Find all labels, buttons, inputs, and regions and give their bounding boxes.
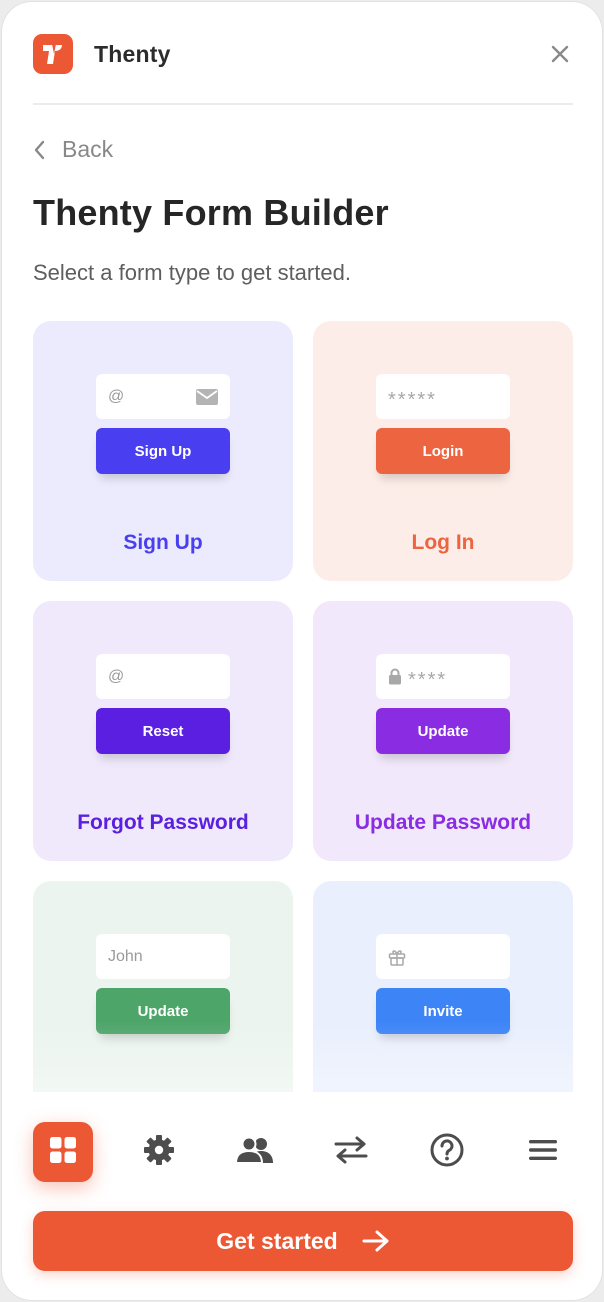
- input-prefix: @: [108, 667, 125, 685]
- mock-password-input: ****: [376, 654, 510, 699]
- gear-icon: [143, 1134, 175, 1171]
- form-builder-panel: Thenty Back Thenty Form Builder Select a…: [2, 2, 602, 1300]
- nav-menu[interactable]: [513, 1122, 573, 1182]
- card-label: Forgot Password: [77, 811, 249, 834]
- card-label: Log In: [411, 531, 475, 554]
- mock-invite-input: [376, 934, 510, 979]
- header: Thenty: [33, 32, 573, 76]
- input-value: ****: [408, 668, 448, 691]
- input-value: John: [108, 947, 143, 965]
- mock-button: Login: [376, 428, 510, 474]
- header-divider: [33, 103, 573, 105]
- bottom-nav: [33, 1122, 573, 1182]
- form-type-grid: @ Sign Up Sign Up ***** Login Log In @ R…: [33, 321, 573, 1092]
- users-icon: [234, 1136, 275, 1169]
- card-update-password[interactable]: **** Update Update Password: [313, 601, 573, 861]
- menu-icon: [528, 1138, 558, 1167]
- mock-button: Invite: [376, 988, 510, 1034]
- page-subtitle: Select a form type to get started.: [33, 260, 351, 285]
- app-title: Thenty: [94, 40, 171, 67]
- mock-password-input: *****: [376, 374, 510, 419]
- nav-help[interactable]: [417, 1122, 477, 1182]
- help-circle-icon: [430, 1133, 464, 1172]
- input-prefix: @: [108, 387, 125, 405]
- page-title: Thenty Form Builder: [33, 192, 389, 233]
- thenty-logo: [33, 34, 73, 74]
- mock-name-input: John: [96, 934, 230, 979]
- gift-icon: [388, 948, 406, 966]
- mock-email-input: @: [96, 374, 230, 419]
- envelope-icon: [196, 388, 218, 405]
- nav-grid[interactable]: [33, 1122, 93, 1182]
- close-icon[interactable]: [547, 41, 573, 67]
- get-started-button[interactable]: Get started: [33, 1211, 573, 1271]
- card-forgot-password[interactable]: @ Reset Forgot Password: [33, 601, 293, 861]
- back-label: Back: [62, 136, 114, 162]
- swap-arrows-icon: [334, 1136, 368, 1169]
- nav-settings[interactable]: [129, 1122, 189, 1182]
- input-value: *****: [388, 388, 437, 411]
- grid-icon: [49, 1136, 77, 1169]
- cta-label: Get started: [216, 1227, 338, 1254]
- back-link[interactable]: Back: [33, 136, 113, 163]
- mock-button: Sign Up: [96, 428, 230, 474]
- arrow-right-icon: [362, 1229, 390, 1253]
- card-label: Update Password: [354, 811, 532, 834]
- card-update-profile[interactable]: John Update: [33, 881, 293, 1092]
- mock-button: Update: [376, 708, 510, 754]
- card-sign-up[interactable]: @ Sign Up Sign Up: [33, 321, 293, 581]
- mock-button: Reset: [96, 708, 230, 754]
- card-label: Sign Up: [123, 531, 203, 554]
- mock-button: Update: [96, 988, 230, 1034]
- mock-email-input: @: [96, 654, 230, 699]
- nav-users[interactable]: [225, 1122, 285, 1182]
- card-log-in[interactable]: ***** Login Log In: [313, 321, 573, 581]
- lock-icon: [388, 668, 402, 685]
- card-invite[interactable]: Invite: [313, 881, 573, 1092]
- nav-transfer[interactable]: [321, 1122, 381, 1182]
- chevron-left-icon: [33, 140, 51, 160]
